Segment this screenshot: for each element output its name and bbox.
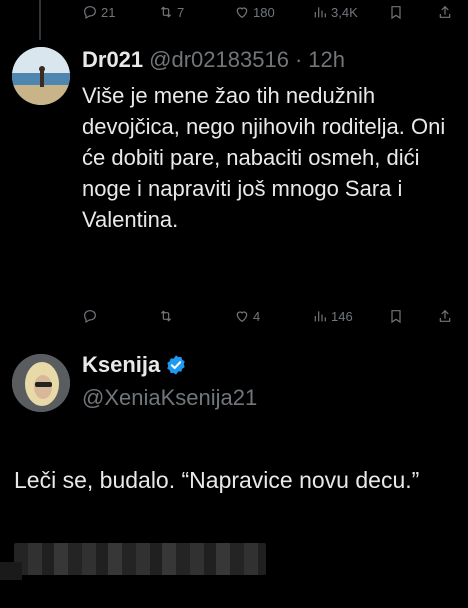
separator: ·	[294, 47, 303, 72]
like-count: 180	[253, 4, 275, 20]
bookmark-icon	[391, 6, 401, 20]
repost-button[interactable]	[158, 308, 177, 324]
share-button[interactable]	[437, 308, 453, 324]
reply-button[interactable]	[82, 308, 101, 324]
like-button[interactable]: 4	[234, 308, 260, 324]
views-count: 146	[331, 308, 353, 324]
verified-icon	[167, 355, 185, 375]
like-icon	[236, 7, 248, 19]
bookmark-button[interactable]	[388, 308, 404, 324]
tweet-header: Ksenija	[82, 352, 187, 378]
avatar-photo	[12, 354, 70, 412]
repost-icon	[160, 6, 172, 18]
share-icon	[439, 5, 451, 18]
repost-count: 7	[177, 4, 185, 20]
display-name[interactable]: Ksenija	[82, 352, 160, 378]
user-handle[interactable]: @dr02183516	[149, 47, 289, 73]
views-icon	[314, 7, 326, 18]
reply-icon	[84, 6, 96, 20]
user-handle[interactable]: @XeniaKsenija21	[82, 385, 257, 411]
bookmark-icon	[391, 310, 401, 324]
tweet-text: Leči se, budalo. “Napravice novu decu.”	[14, 467, 420, 493]
share-button[interactable]	[437, 4, 453, 20]
views-count: 3,4K	[331, 4, 358, 20]
timestamp[interactable]: 12h	[308, 47, 345, 73]
avatar[interactable]	[12, 47, 70, 105]
reply-button[interactable]: 21	[82, 4, 115, 20]
display-name[interactable]: Dr021	[82, 47, 143, 73]
tweet-actions: 4 146	[0, 308, 468, 328]
tweet-header: Dr021 @dr02183516 · 12h	[82, 47, 345, 73]
views-button[interactable]: 3,4K	[312, 4, 358, 20]
avatar-photo	[12, 47, 70, 105]
repost-button[interactable]: 7	[158, 4, 184, 20]
like-icon	[236, 311, 248, 323]
previous-tweet-actions: 21 7 180 3,4K	[0, 4, 468, 24]
like-button[interactable]: 180	[234, 4, 275, 20]
reply-count: 21	[101, 4, 116, 20]
reply-icon	[84, 310, 96, 324]
bookmark-button[interactable]	[388, 4, 404, 20]
repost-icon	[160, 310, 172, 322]
share-icon	[439, 309, 451, 322]
avatar[interactable]	[12, 354, 70, 412]
views-icon	[314, 311, 326, 322]
views-button[interactable]: 146	[312, 308, 353, 324]
redacted-timestamp	[14, 543, 266, 575]
redacted-fragment	[0, 562, 22, 580]
tweet-text: Više je mene žao tih nedužnih devojčica,…	[82, 83, 446, 232]
like-count: 4	[253, 308, 261, 324]
